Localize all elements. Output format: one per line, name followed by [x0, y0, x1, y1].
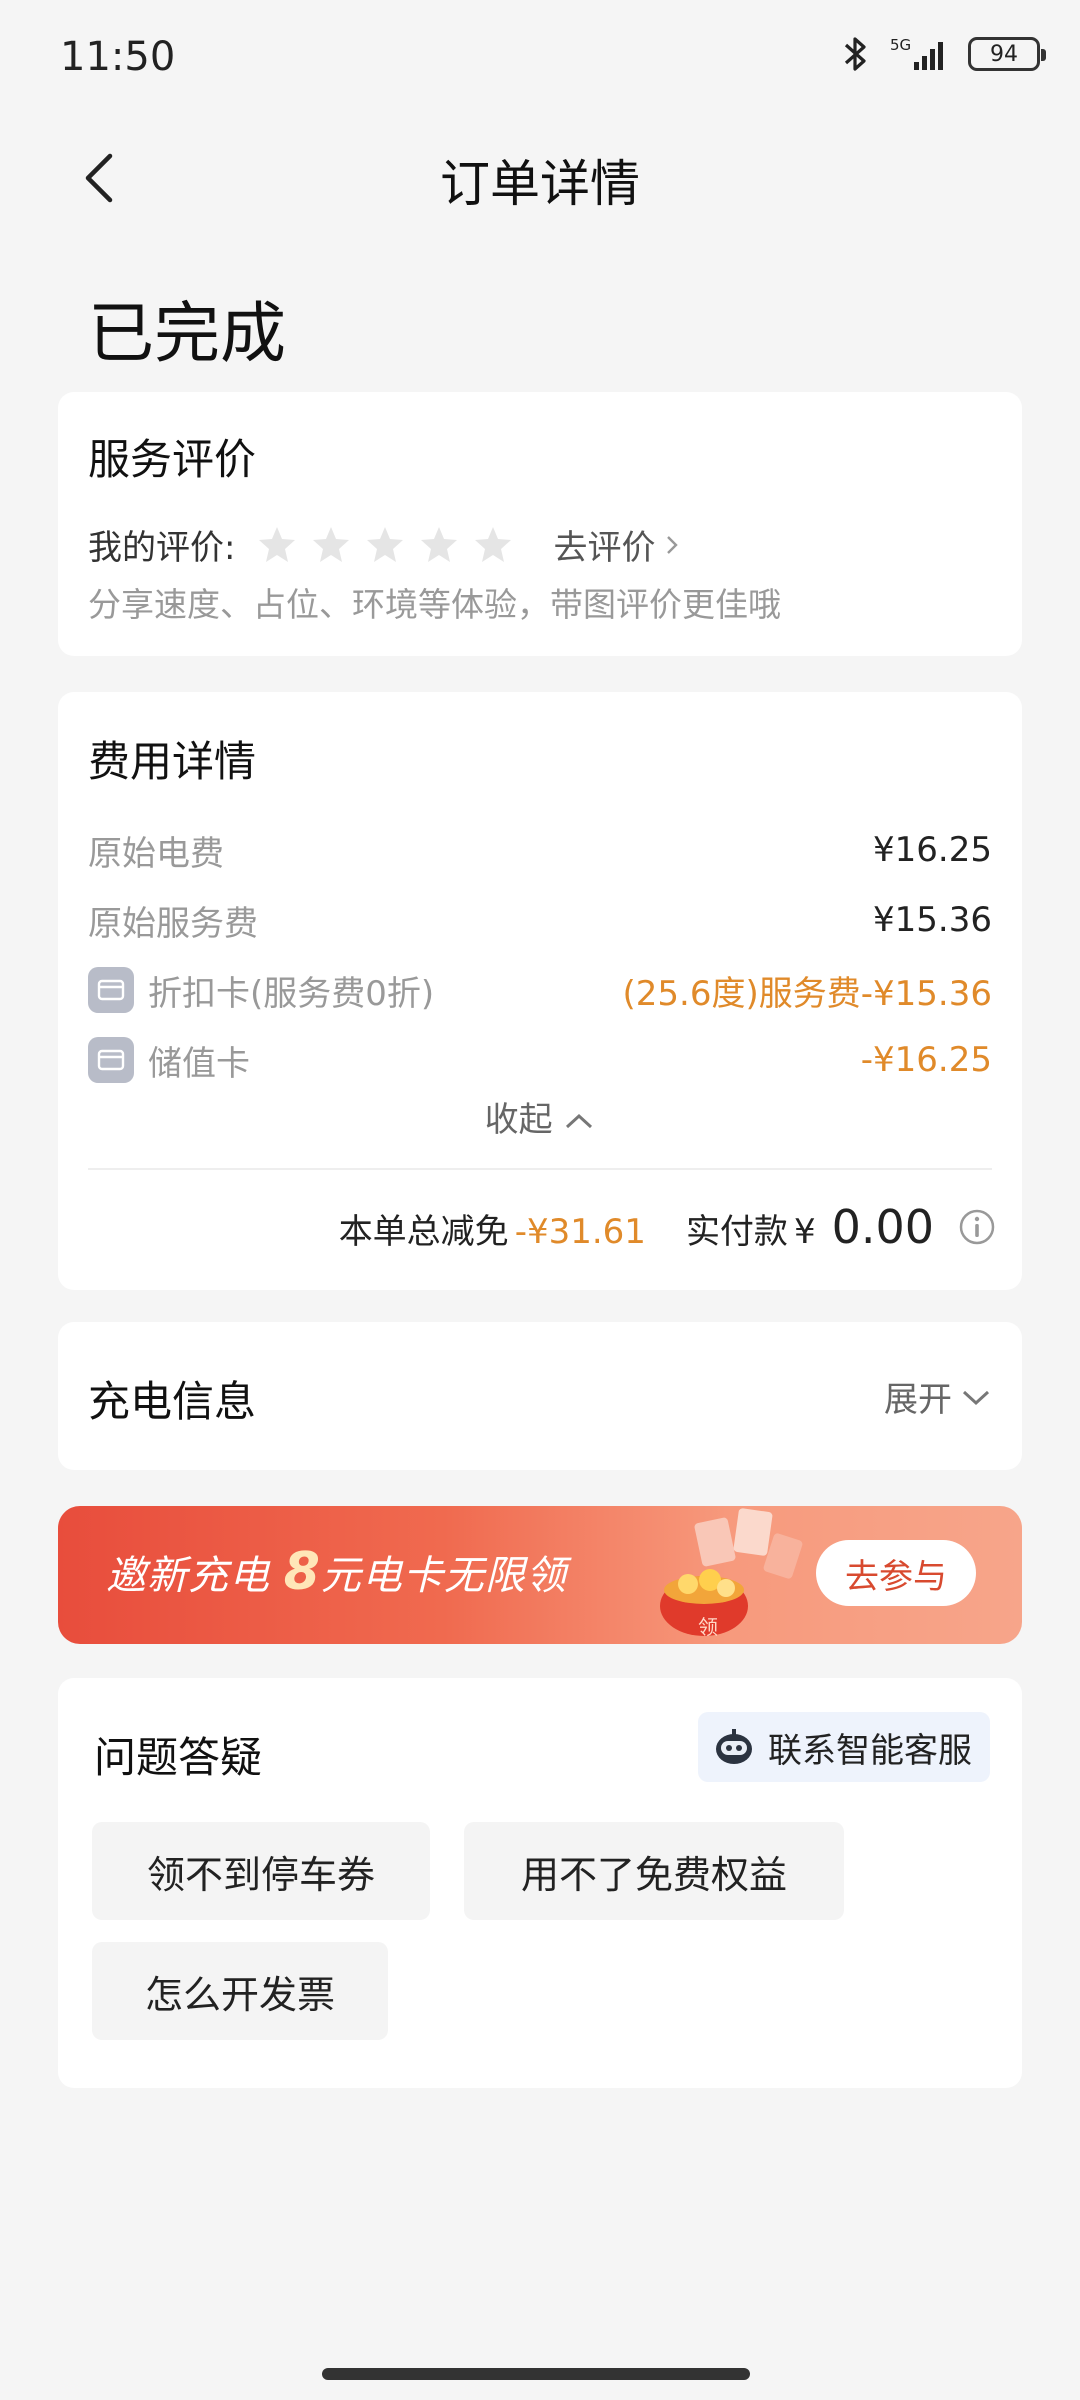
- contact-ai-support-label: 联系智能客服: [768, 1730, 972, 1771]
- fee-value: ¥15.36: [873, 900, 992, 940]
- faq-chip[interactable]: 怎么开发票: [92, 1942, 388, 2040]
- charge-info-card: 充电信息 展开: [58, 1322, 1022, 1470]
- star-icon[interactable]: [311, 525, 351, 565]
- total-discount-label: 本单总减免: [338, 1212, 509, 1252]
- paid-label: 实付款: [685, 1212, 788, 1252]
- svg-text:5G: 5G: [890, 36, 911, 54]
- faq-title: 问题答疑: [94, 1733, 263, 1782]
- rating-card: 服务评价 我的评价: 去评价 分享速度、占位、环境等体验，带图评价更佳哦: [58, 392, 1022, 656]
- promo-banner[interactable]: 邀新充电 8元电卡无限领 领 去参与: [58, 1506, 1022, 1644]
- faq-card: 问题答疑 联系智能客服 领不到停车券 用不了免费权益 怎么开发票: [58, 1678, 1022, 2088]
- fee-value: (25.6度)服务费-¥15.36: [622, 973, 992, 1014]
- bluetooth-icon: [844, 37, 866, 71]
- nav-bar: 订单详情: [0, 128, 1080, 224]
- fee-row: 原始服务费 ¥15.36: [88, 896, 992, 944]
- go-rate-link[interactable]: 去评价: [553, 520, 679, 569]
- paid-amount: 0.00: [831, 1200, 934, 1254]
- fee-label: 折扣卡(服务费0折): [148, 973, 435, 1014]
- divider: [88, 1168, 992, 1170]
- my-rating-row: 我的评价: 去评价: [88, 520, 679, 569]
- banner-text-big: 8: [283, 1542, 321, 1602]
- card-icon: [88, 1037, 134, 1083]
- rating-hint: 分享速度、占位、环境等体验，带图评价更佳哦: [88, 585, 781, 624]
- star-icon[interactable]: [257, 525, 297, 565]
- status-time: 11:50: [60, 34, 176, 80]
- order-status: 已完成: [88, 295, 286, 372]
- robot-icon: [716, 1729, 752, 1764]
- total-row: 本单总减免 -¥31.61 实付款 ¥ 0.00: [339, 1200, 996, 1254]
- banner-text-a: 邀新充电: [106, 1553, 270, 1599]
- rating-stars[interactable]: [257, 525, 513, 565]
- battery-level: 94: [990, 41, 1018, 67]
- fee-label: 原始服务费: [88, 903, 258, 944]
- chevron-right-icon: [667, 535, 679, 554]
- rating-title: 服务评价: [88, 435, 257, 484]
- fee-label-wrap: 折扣卡(服务费0折): [88, 966, 434, 1015]
- page-title: 订单详情: [440, 155, 640, 213]
- fee-title: 费用详情: [88, 737, 257, 786]
- fee-label: 储值卡: [148, 1043, 250, 1084]
- expand-label: 展开: [884, 1380, 952, 1420]
- fee-row-stored-card: 储值卡 -¥16.25: [88, 1036, 992, 1084]
- expand-button[interactable]: 展开: [884, 1372, 992, 1421]
- status-icons: 5G 94: [838, 34, 1046, 74]
- banner-text-b: 元电卡无限领: [320, 1553, 567, 1599]
- fee-label: 原始电费: [88, 833, 224, 874]
- star-icon[interactable]: [365, 525, 405, 565]
- fee-label-wrap: 储值卡: [88, 1036, 250, 1085]
- fee-value: -¥16.25: [860, 1040, 992, 1080]
- svg-text:领: 领: [698, 1615, 718, 1639]
- join-button[interactable]: 去参与: [816, 1540, 976, 1606]
- fee-row-discount-card: 折扣卡(服务费0折) (25.6度)服务费-¥15.36: [88, 966, 992, 1014]
- card-icon: [88, 967, 134, 1013]
- fee-row: 原始电费 ¥16.25: [88, 826, 992, 874]
- home-indicator[interactable]: [322, 2368, 750, 2380]
- chevron-up-icon: [566, 1113, 593, 1129]
- signal-5g-icon: 5G: [890, 36, 943, 70]
- total-discount-value: -¥31.61: [514, 1212, 646, 1252]
- paid-currency: ¥: [793, 1212, 816, 1252]
- faq-chip[interactable]: 用不了免费权益: [464, 1822, 844, 1920]
- chevron-down-icon: [962, 1390, 990, 1405]
- faq-chip[interactable]: 领不到停车券: [92, 1822, 430, 1920]
- battery-icon: 94: [968, 37, 1046, 71]
- collapse-button[interactable]: 收起: [58, 1092, 1022, 1141]
- star-icon[interactable]: [419, 525, 459, 565]
- go-rate-label: 去评价: [553, 528, 656, 568]
- info-icon[interactable]: [958, 1208, 996, 1246]
- status-bar: 11:50 5G 94: [0, 0, 1080, 120]
- banner-text: 邀新充电 8元电卡无限领: [106, 1542, 567, 1602]
- collapse-label: 收起: [484, 1100, 553, 1140]
- star-icon[interactable]: [473, 525, 513, 565]
- fee-details-card: 费用详情 原始电费 ¥16.25 原始服务费 ¥15.36 折扣卡(服务费0折)…: [58, 692, 1022, 1290]
- charge-info-title: 充电信息: [88, 1377, 257, 1426]
- my-rating-label: 我的评价:: [88, 528, 236, 568]
- fee-value: ¥16.25: [873, 830, 992, 870]
- contact-ai-support-button[interactable]: 联系智能客服: [698, 1712, 990, 1782]
